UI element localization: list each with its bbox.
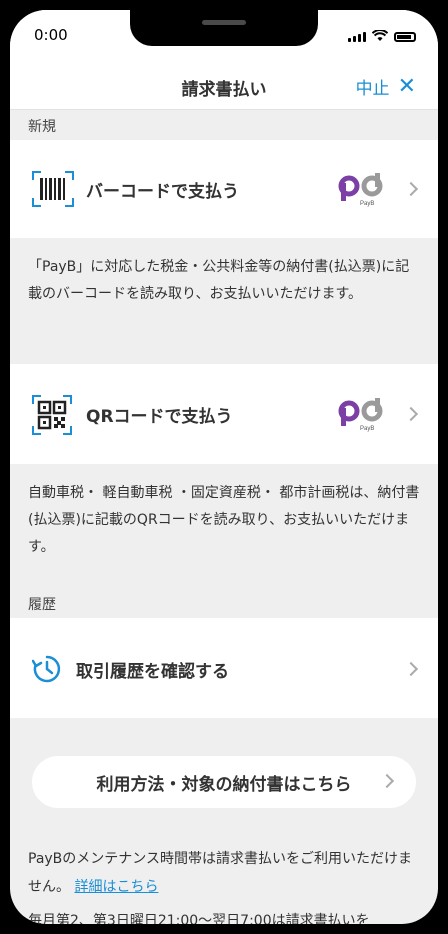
details-link[interactable]: 詳細はこちら: [74, 879, 158, 895]
barcode-pay-button[interactable]: バーコードで支払う PayB: [10, 140, 438, 238]
notch: [130, 10, 318, 46]
status-icons: [348, 30, 416, 42]
wifi-icon: [372, 30, 388, 41]
chevron-right-icon: [403, 661, 419, 677]
qr-code-icon: [32, 395, 72, 435]
section-header-new: 新規: [10, 110, 438, 140]
payb-logo: PayB: [338, 173, 383, 207]
clock-history-icon: [32, 655, 61, 683]
nav-bar: 請求書払い 中止 ✕: [10, 62, 438, 110]
screen: 0:00 請求書払い 中止 ✕ 新規 バーコードで支払う PayB 「PayB」…: [10, 10, 438, 924]
usage-info-button[interactable]: 利用方法・対象の納付書はこちら: [32, 756, 416, 808]
usage-info-label: 利用方法・対象の納付書はこちら: [96, 775, 352, 795]
maintenance-notice: PayBのメンテナンス時間帯は請求書払いをご利用いただけません。 詳細はこちら …: [10, 845, 438, 924]
cancel-label: 中止: [355, 79, 390, 99]
phone-frame: 0:00 請求書払い 中止 ✕ 新規 バーコードで支払う PayB 「PayB」…: [0, 0, 448, 934]
transaction-history-button[interactable]: 取引履歴を確認する: [10, 618, 438, 718]
barcode-description: 「PayB」に対応した税金・公共料金等の納付書(払込票)に記載のバーコードを読み…: [28, 259, 410, 302]
qr-description: 自動車税・ 軽自動車税 ・固定資産税・ 都市計画税は、納付書(払込票)に記載のQ…: [28, 485, 420, 555]
barcode-pay-label: バーコードで支払う: [86, 182, 239, 202]
qr-pay-label: QRコードで支払う: [86, 407, 233, 427]
chevron-right-icon: [403, 181, 419, 197]
close-icon: ✕: [397, 73, 416, 99]
schedule-text: 毎月第2、第3日曜日21:00〜翌日7:00は請求書払いを: [28, 913, 370, 924]
section-header-history: 履歴: [10, 588, 438, 618]
payb-logo-text: PayB: [360, 426, 374, 432]
status-time: 0:00: [34, 26, 68, 44]
cancel-button[interactable]: 中止 ✕: [356, 74, 416, 99]
transaction-history-label: 取引履歴を確認する: [76, 662, 229, 682]
barcode-icon: [32, 171, 74, 207]
signal-icon: [348, 32, 366, 42]
payb-logo-text: PayB: [360, 201, 374, 207]
battery-icon: [394, 32, 416, 42]
qr-pay-button[interactable]: QRコードで支払う PayB: [10, 364, 438, 464]
chevron-right-icon: [403, 406, 419, 422]
payb-logo: PayB: [338, 398, 383, 432]
